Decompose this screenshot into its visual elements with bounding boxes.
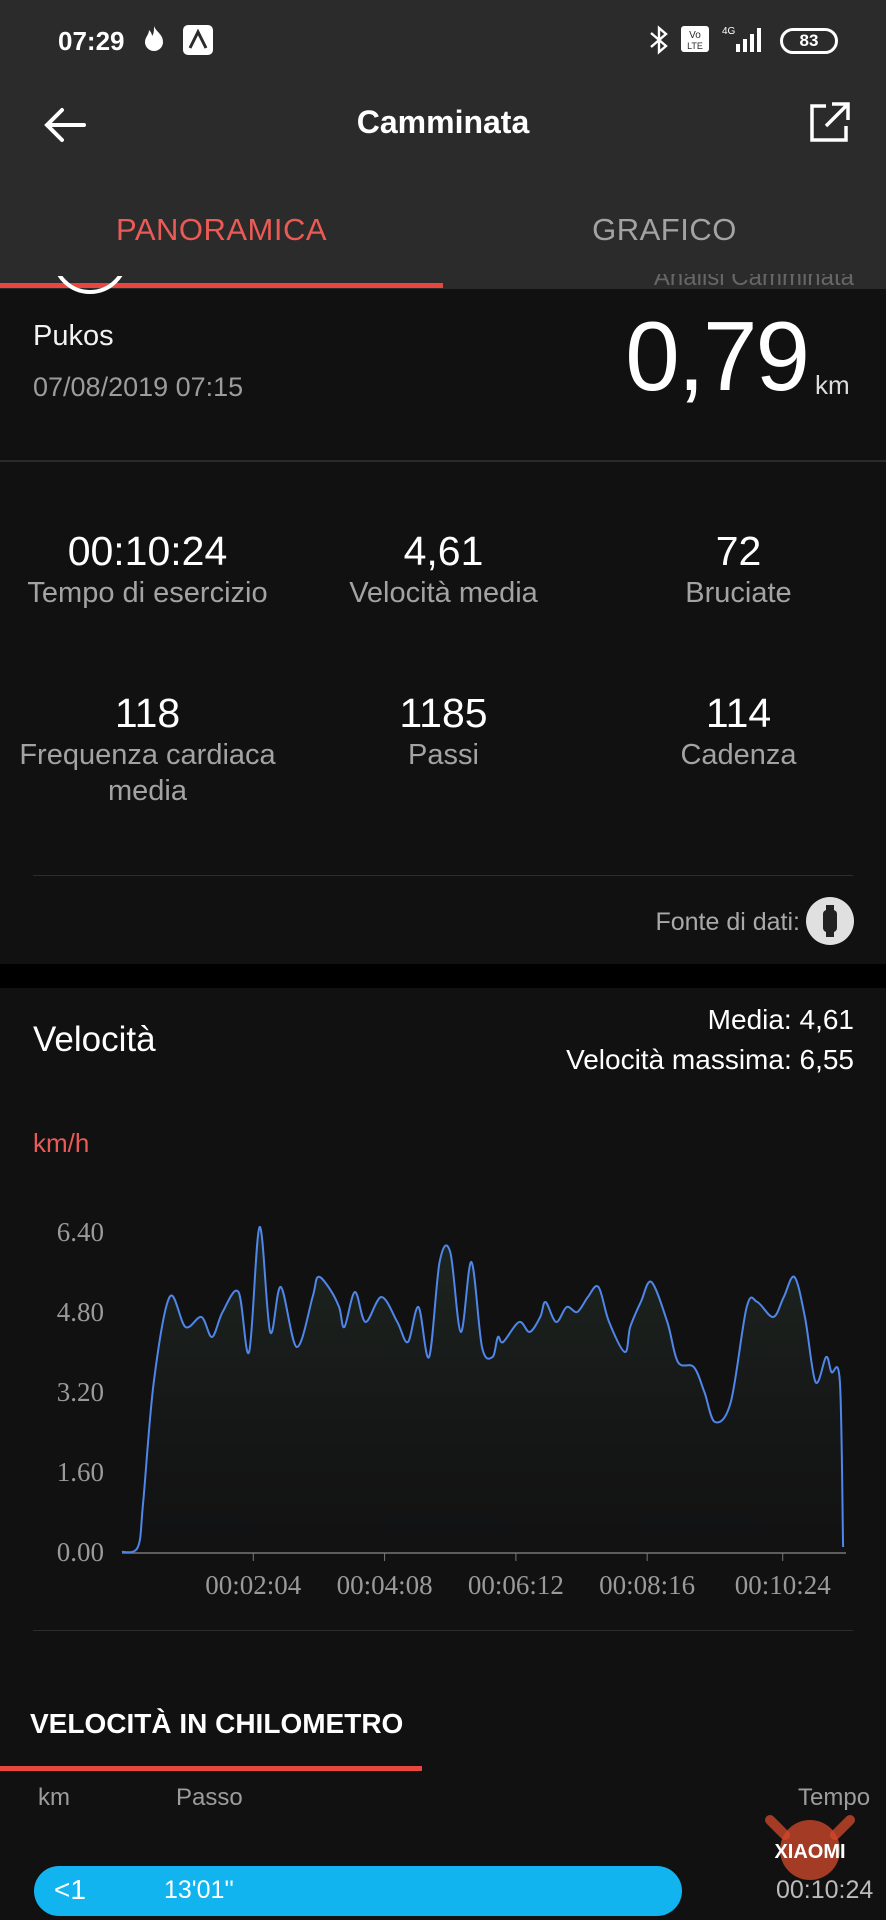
bluetooth-icon [648,24,670,63]
stat-label: Tempo di esercizio [27,577,268,609]
stat-value: 4,61 [403,528,484,574]
svg-text:Vo: Vo [689,30,701,41]
stat-value: 118 [114,690,181,736]
y-tick-label: 6.40 [57,1217,104,1247]
divider [33,1630,853,1631]
y-tick-label: 1.60 [57,1457,104,1487]
stat-cadence: 114 Cadenza [591,690,886,773]
user-name: Pukos [33,320,114,352]
stat-label: Frequenza cardiaca media [19,739,276,807]
stat-avg-heart-rate: 118 Frequenza cardiaca media [0,690,295,809]
active-section-indicator [0,1766,422,1771]
divider [33,875,853,876]
signal-icon: 4G [720,24,770,63]
column-header-km: km [38,1784,70,1811]
km-row-pace: 13'01'' [164,1876,234,1904]
km-row-bar[interactable] [34,1866,682,1916]
distance-unit: km [815,370,850,400]
stat-value: 114 [705,690,772,736]
stat-value: 1185 [399,690,488,736]
stat-label: Cadenza [680,739,797,771]
speed-chart: 0.00 1.60 3.20 4.80 6.40 00:02:04 00:04:08 00:… [57,1217,846,1600]
km-row-time: 00:10:24 [776,1876,874,1904]
x-tick-label: 00:06:12 [468,1570,564,1600]
section-separator [0,964,886,988]
divider [0,460,886,462]
network-label: 4G [722,26,736,37]
tab-grafico[interactable]: GRAFICO [443,212,886,248]
x-tick-label: 00:10:24 [735,1570,832,1600]
battery-indicator: 83 [780,28,838,54]
stat-value: 72 [715,528,762,574]
watch-device-icon[interactable] [806,897,854,945]
x-tick-label: 00:08:16 [599,1570,695,1600]
max-speed-label: Velocità massima: 6,55 [566,1044,854,1075]
stat-avg-speed: 4,61 Velocità media [296,528,591,611]
y-tick-label: 3.20 [57,1377,104,1407]
volte-icon: Vo LTE [680,24,710,61]
x-tick-label: 00:04:08 [337,1570,433,1600]
avatar [52,276,128,294]
app-notification-icon [182,24,214,63]
stat-exercise-time: 00:10:24 Tempo di esercizio [0,528,295,611]
distance-value: 0,79 [625,301,810,411]
avg-speed-label: Media: 4,61 [707,1004,854,1035]
status-time: 07:29 [58,26,125,56]
stat-label: Passi [408,739,479,771]
watermark-text: XIAOMI [774,1841,845,1863]
stat-calories: 72 Bruciate [591,528,886,611]
page-title: Camminata [356,104,530,140]
velocity-section-title: Velocità [33,1020,156,1059]
km-row-km: <1 [54,1874,86,1905]
svg-text:LTE: LTE [687,41,703,51]
y-tick-label: 0.00 [57,1537,104,1567]
speed-area [122,1226,844,1553]
activity-datetime: 07/08/2019 07:15 [33,372,244,402]
flame-icon [140,24,168,61]
data-source-label: Fonte di dati: [655,908,800,936]
stat-value: 00:10:24 [67,528,228,574]
chart-unit-label: km/h [33,1128,90,1158]
stat-label: Velocità media [349,577,538,609]
share-icon[interactable] [806,100,852,146]
activity-type-label: Analisi Camminata [653,274,854,291]
y-tick-label: 4.80 [57,1297,104,1327]
column-header-pace: Passo [176,1784,243,1811]
km-speed-section-title: VELOCITÀ IN CHILOMETRO [30,1708,404,1739]
stat-label: Bruciate [685,577,792,609]
tab-panoramica[interactable]: PANORAMICA [0,212,443,248]
x-tick-label: 00:02:04 [205,1570,302,1600]
stat-steps: 1185 Passi [296,690,591,773]
